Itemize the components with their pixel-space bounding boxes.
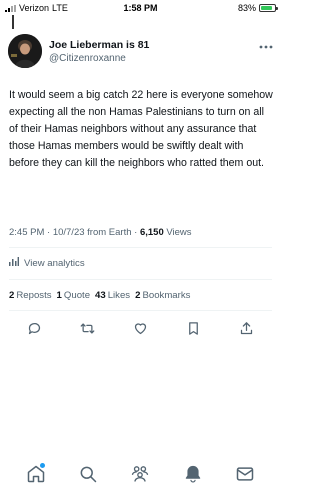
- divider: [9, 279, 272, 280]
- bookmarks-count: 2: [135, 290, 141, 301]
- likes-count: 43: [95, 290, 106, 301]
- tweet-text: It would seem a big catch 22 here is eve…: [9, 89, 273, 169]
- avatar[interactable]: [8, 34, 42, 68]
- battery-percent: 83%: [237, 3, 256, 13]
- bookmark-icon[interactable]: [186, 321, 201, 336]
- bookmarks-label: Bookmarks: [142, 290, 191, 301]
- notifications-icon[interactable]: [181, 462, 205, 486]
- bookmarks-stat[interactable]: 2 Bookmarks: [135, 290, 190, 301]
- repost-icon[interactable]: [80, 321, 95, 336]
- engagement-stats: 2 Reposts 1 Quote 43 Likes 2 Bookmarks: [9, 290, 190, 301]
- quotes-count: 1: [56, 290, 62, 301]
- search-icon[interactable]: [76, 462, 100, 486]
- timestamp: 2:45 PM · 10/7/23 from Earth ·: [9, 227, 140, 238]
- divider: [9, 310, 272, 311]
- views-count: 6,150: [139, 227, 164, 238]
- back-indicator: [12, 15, 14, 29]
- communities-icon[interactable]: [128, 462, 152, 486]
- tweet-actions: [9, 317, 271, 339]
- share-icon[interactable]: [239, 321, 254, 336]
- quotes-label: Quote: [63, 290, 91, 301]
- tweet-meta: 2:45 PM · 10/7/23 from Earth · 6,150 Vie…: [9, 227, 192, 238]
- author-handle[interactable]: @Citizenroxanne: [49, 53, 126, 64]
- reply-icon[interactable]: [27, 321, 42, 336]
- like-icon[interactable]: [133, 321, 148, 336]
- analytics-icon: [9, 257, 19, 269]
- tweet-author: Joe Lieberman is 81 @Citizenroxanne: [8, 34, 273, 74]
- status-bar: Verizon LTE 1:58 PM 83%: [0, 0, 281, 16]
- views-label: Views: [163, 227, 192, 238]
- status-right: 83%: [237, 3, 278, 13]
- more-horizontal-icon[interactable]: [259, 38, 273, 52]
- reposts-stat[interactable]: 2 Reposts: [9, 290, 52, 301]
- divider: [9, 247, 272, 248]
- quotes-stat[interactable]: 1 Quote: [57, 290, 90, 301]
- battery-icon: [259, 4, 278, 12]
- reposts-label: Reposts: [16, 290, 52, 301]
- analytics-label: View analytics: [24, 257, 85, 269]
- messages-icon[interactable]: [233, 462, 257, 486]
- reposts-count: 2: [9, 290, 15, 301]
- author-name[interactable]: Joe Lieberman is 81: [49, 39, 149, 51]
- view-analytics-link[interactable]: View analytics: [9, 257, 85, 269]
- likes-stat[interactable]: 43 Likes: [95, 290, 130, 301]
- home-icon[interactable]: [24, 462, 48, 486]
- likes-label: Likes: [107, 290, 131, 301]
- bottom-tab-bar: [0, 454, 281, 500]
